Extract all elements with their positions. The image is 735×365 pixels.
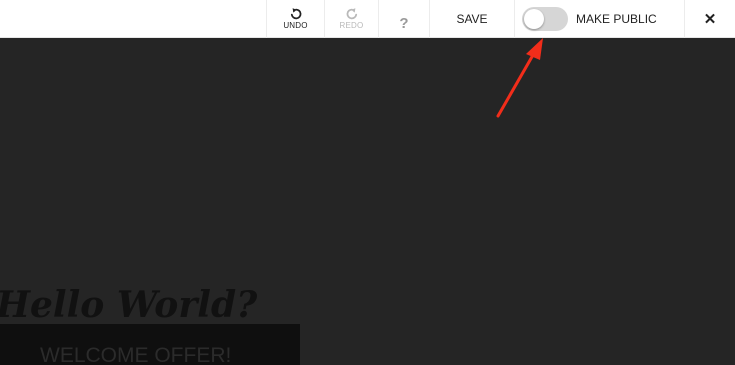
- undo-icon: [290, 7, 301, 19]
- save-button[interactable]: SAVE: [430, 0, 514, 38]
- help-button[interactable]: ?: [379, 0, 429, 38]
- undo-button[interactable]: UNDO: [267, 0, 324, 38]
- undo-label: UNDO: [283, 20, 308, 30]
- arrow-head: [526, 38, 543, 60]
- save-label: SAVE: [456, 12, 488, 26]
- offer-banner: WELCOME OFFER!: [0, 324, 300, 365]
- make-public-control: MAKE PUBLIC: [522, 0, 657, 38]
- editor-toolbar: UNDO REDO ? SAVE MAKE PUBLIC ✕: [0, 0, 735, 38]
- canvas-heading: Hello World?: [0, 284, 258, 326]
- make-public-toggle[interactable]: [522, 7, 568, 31]
- help-icon: ?: [399, 14, 409, 32]
- redo-button[interactable]: REDO: [325, 0, 378, 38]
- toolbar-divider: [514, 0, 515, 38]
- redo-icon: [346, 7, 357, 19]
- close-icon: ✕: [703, 11, 717, 28]
- close-button[interactable]: ✕: [685, 0, 735, 38]
- toggle-knob: [524, 9, 544, 29]
- arrow-shaft: [496, 53, 535, 118]
- make-public-label: MAKE PUBLIC: [576, 12, 657, 26]
- offer-text: WELCOME OFFER!: [40, 344, 232, 365]
- redo-label: REDO: [339, 20, 364, 30]
